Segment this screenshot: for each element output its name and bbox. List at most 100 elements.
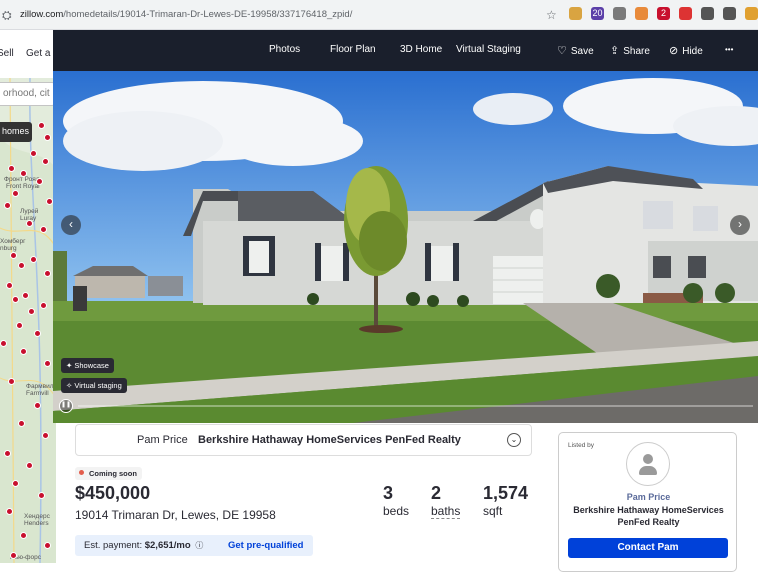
chevron-right-icon: › bbox=[738, 217, 742, 231]
chevron-down-icon[interactable]: ⌄ bbox=[507, 433, 521, 447]
contact-agent-button[interactable]: Contact Pam bbox=[568, 538, 728, 558]
bookmark-star-icon[interactable]: ☆ bbox=[546, 8, 557, 22]
site-settings-icon[interactable]: ⛭ bbox=[2, 8, 16, 22]
next-photo-button[interactable]: › bbox=[730, 215, 750, 235]
map-pin[interactable] bbox=[12, 190, 19, 197]
floor-plan-tab[interactable]: Floor Plan bbox=[330, 44, 376, 55]
nav-get-a-link[interactable]: Get a r bbox=[26, 48, 56, 59]
map-pin[interactable] bbox=[18, 420, 25, 427]
card-agent-name[interactable]: Pam Price bbox=[559, 492, 738, 502]
map-pin[interactable] bbox=[46, 198, 53, 205]
map-pin[interactable] bbox=[8, 378, 15, 385]
map-pin[interactable] bbox=[20, 170, 27, 177]
listing-photo[interactable]: ‹ › ✦ Showcase ✧ Virtual staging ❚❚ bbox=[53, 71, 758, 423]
homes-filter-button[interactable]: homes bbox=[0, 122, 32, 142]
search-placeholder: orhood, cit bbox=[3, 88, 50, 99]
map-pin[interactable] bbox=[20, 348, 27, 355]
virtual-staging-tab[interactable]: Virtual Staging bbox=[456, 44, 521, 55]
baths-fact[interactable]: 2 baths bbox=[431, 483, 461, 519]
estimated-payment-bar: Est. payment: $2,651/mo ⓘ Get pre-qualif… bbox=[75, 535, 313, 556]
map-pin[interactable] bbox=[40, 302, 47, 309]
map-pin[interactable] bbox=[10, 252, 17, 259]
puzzle-icon[interactable] bbox=[701, 7, 714, 20]
map-pin[interactable] bbox=[18, 262, 25, 269]
previous-photo-button[interactable]: ‹ bbox=[61, 215, 81, 235]
save-label: Save bbox=[570, 46, 594, 57]
map-pin[interactable] bbox=[20, 532, 27, 539]
map-pin[interactable] bbox=[16, 322, 23, 329]
map-pin[interactable] bbox=[4, 450, 11, 457]
brokerage-name: Berkshire Hathaway HomeServices PenFed R… bbox=[198, 434, 461, 446]
virtual-staging-badge[interactable]: ✧ Virtual staging bbox=[61, 378, 127, 393]
map-pin[interactable] bbox=[26, 462, 33, 469]
pause-slideshow-button[interactable]: ❚❚ bbox=[59, 399, 73, 413]
hide-button[interactable]: ⊘ Hide bbox=[669, 44, 703, 57]
map-label: Henders bbox=[24, 520, 49, 527]
agent-name: Pam Price bbox=[137, 434, 188, 446]
url-path: /homedetails/19014-Trimaran-Dr-Lewes-DE-… bbox=[63, 9, 353, 20]
box-icon[interactable] bbox=[679, 7, 692, 20]
map-panel[interactable]: Sell Get a r orhood, cit homes Фронт Роя… bbox=[0, 30, 56, 563]
get-pre-qualified-link[interactable]: Get pre-qualified bbox=[228, 540, 303, 551]
map-pin[interactable] bbox=[30, 150, 37, 157]
map-pin[interactable] bbox=[34, 330, 41, 337]
map-label: Front Royal bbox=[6, 183, 40, 190]
save-button[interactable]: ♡ Save bbox=[557, 44, 594, 57]
nav-sell-link[interactable]: Sell bbox=[0, 48, 14, 59]
share-button[interactable]: ⇪ Share bbox=[610, 44, 650, 57]
map-pin[interactable] bbox=[22, 292, 29, 299]
share-icon: ⇪ bbox=[610, 45, 620, 57]
map-pin[interactable] bbox=[12, 296, 19, 303]
map-pin[interactable] bbox=[4, 202, 11, 209]
map-pin[interactable] bbox=[10, 552, 17, 559]
more-options-button[interactable]: ••• bbox=[725, 45, 733, 54]
map-pin[interactable] bbox=[26, 220, 33, 227]
map-pin[interactable] bbox=[38, 122, 45, 129]
location-search-input[interactable]: orhood, cit bbox=[0, 82, 56, 106]
map-pin[interactable] bbox=[12, 480, 19, 487]
map-pin[interactable] bbox=[6, 508, 13, 515]
3d-home-tab[interactable]: 3D Home bbox=[400, 44, 442, 55]
beds-label: beds bbox=[383, 504, 410, 518]
map-label: nburg bbox=[0, 245, 17, 252]
map-pin[interactable] bbox=[34, 402, 41, 409]
bag-icon[interactable] bbox=[569, 7, 582, 20]
agent-avatar-icon bbox=[626, 442, 670, 486]
url-text[interactable]: zillow.com/homedetails/19014-Trimaran-Dr… bbox=[20, 9, 352, 20]
listed-by-card: Listed by Pam Price Berkshire Hathaway H… bbox=[558, 432, 737, 572]
map-pin[interactable] bbox=[42, 432, 49, 439]
listing-agent-bar[interactable]: Pam Price Berkshire Hathaway HomeService… bbox=[75, 424, 532, 456]
card-brokerage-line1: Berkshire Hathaway HomeServices bbox=[573, 505, 724, 515]
share-label: Share bbox=[623, 46, 650, 57]
listing-address: 19014 Trimaran Dr, Lewes, DE 19958 bbox=[75, 508, 276, 522]
map-pin[interactable] bbox=[38, 492, 45, 499]
sqft-value: 1,574 bbox=[483, 483, 529, 503]
badge-icon[interactable]: 20 bbox=[591, 7, 604, 20]
map-pin[interactable] bbox=[44, 270, 51, 277]
profile-icon[interactable] bbox=[745, 7, 758, 20]
leaf-icon[interactable] bbox=[635, 7, 648, 20]
map-pin[interactable] bbox=[44, 134, 51, 141]
map-pin[interactable] bbox=[28, 308, 35, 315]
map-pin[interactable] bbox=[40, 226, 47, 233]
map-pin[interactable] bbox=[44, 542, 51, 549]
status-label: Coming soon bbox=[89, 469, 137, 478]
photos-tab[interactable]: Photos bbox=[269, 44, 300, 55]
baths-label[interactable]: baths bbox=[431, 504, 461, 519]
browser-address-bar[interactable]: ⛭ zillow.com/homedetails/19014-Trimaran-… bbox=[0, 0, 758, 30]
map-terrain bbox=[0, 78, 56, 563]
menu-icon[interactable] bbox=[723, 7, 736, 20]
beds-value: 3 bbox=[383, 483, 394, 503]
hat-icon[interactable] bbox=[613, 7, 626, 20]
beds-fact: 3 beds bbox=[383, 483, 409, 518]
map-pin[interactable] bbox=[0, 340, 7, 347]
record-icon[interactable]: 2 bbox=[657, 7, 670, 20]
map-pin[interactable] bbox=[30, 256, 37, 263]
map-pin[interactable] bbox=[36, 178, 43, 185]
map-pin[interactable] bbox=[8, 165, 15, 172]
info-icon[interactable]: ⓘ bbox=[195, 541, 203, 550]
map-pin[interactable] bbox=[44, 360, 51, 367]
map-pin[interactable] bbox=[42, 158, 49, 165]
map-pin[interactable] bbox=[6, 282, 13, 289]
status-badge: Coming soon bbox=[75, 467, 142, 480]
